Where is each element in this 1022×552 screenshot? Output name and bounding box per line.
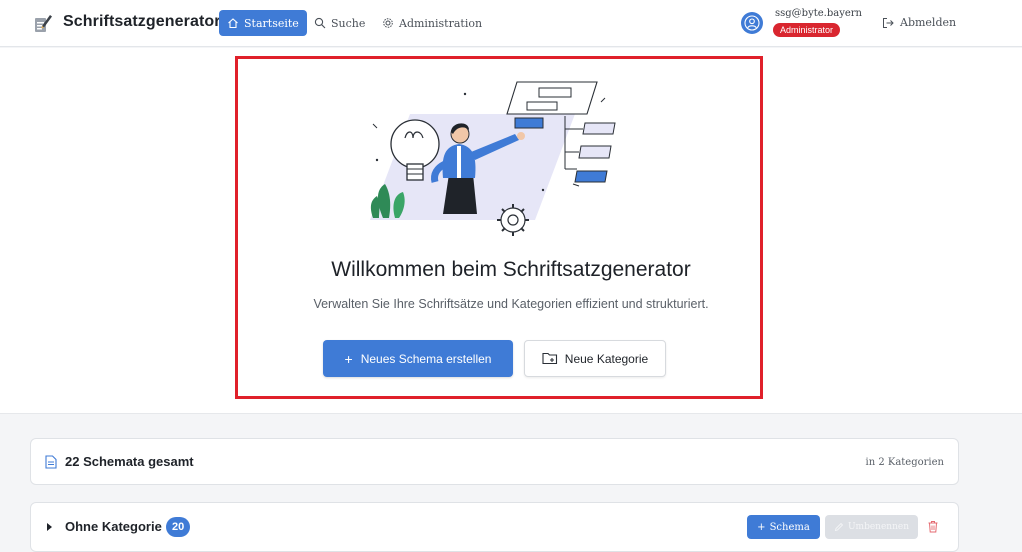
add-schema-button[interactable]: + Schema: [747, 515, 820, 539]
search-icon: [314, 17, 326, 29]
nav-search-button[interactable]: Suche: [306, 10, 373, 36]
user-icon: [744, 15, 760, 31]
trash-icon[interactable]: [927, 520, 939, 533]
plus-icon: +: [757, 521, 766, 533]
logout-label: Abmelden: [900, 16, 957, 29]
category-count-text: in 2 Kategorien: [865, 457, 945, 468]
schemata-total: 22 Schemata gesamt: [65, 454, 194, 469]
add-schema-label: Schema: [769, 521, 810, 533]
document-pen-logo-icon[interactable]: [33, 12, 53, 34]
logout-icon: [883, 17, 894, 28]
app-title[interactable]: Schriftsatzgenerator: [63, 13, 221, 31]
schemata-summary-card: 22 Schemata gesamt in 2 Kategorien: [30, 438, 959, 485]
role-badge: Administrator: [773, 23, 841, 37]
category-card: Ohne Kategorie 20 + Schema Umbenennen: [30, 502, 959, 552]
gear-icon: [383, 18, 393, 28]
user-email: ssg@byte.bayern: [775, 8, 862, 19]
nav-administration-button[interactable]: Administration: [374, 10, 490, 36]
rename-label: Umbenennen: [847, 522, 910, 532]
nav-administration-label: Administration: [399, 16, 483, 30]
user-avatar[interactable]: [741, 12, 763, 34]
pencil-icon: [834, 522, 844, 532]
expand-caret-icon[interactable]: [47, 523, 52, 531]
highlight-frame: [235, 56, 763, 399]
nav-home-button[interactable]: Startseite: [219, 10, 307, 36]
document-icon: [45, 455, 57, 469]
logout-button[interactable]: Abmelden: [882, 16, 956, 29]
home-icon: [228, 18, 238, 29]
category-count-badge: 20: [166, 517, 191, 537]
rename-category-button[interactable]: Umbenennen: [825, 515, 918, 539]
category-name[interactable]: Ohne Kategorie: [65, 519, 162, 534]
top-navigation-bar: Schriftsatzgenerator Startseite Suche Ad…: [0, 0, 1022, 47]
nav-search-label: Suche: [331, 16, 366, 30]
nav-home-label: Startseite: [244, 16, 299, 30]
